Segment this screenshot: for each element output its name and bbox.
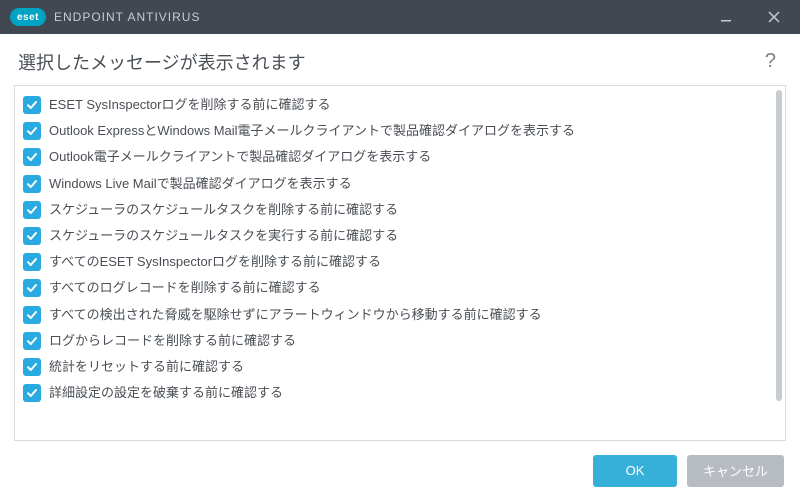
list-item: スケジューラのスケジュールタスクを実行する前に確認する xyxy=(15,223,773,249)
check-icon xyxy=(26,125,38,137)
list-item-label: スケジューラのスケジュールタスクを実行する前に確認する xyxy=(49,227,398,245)
check-icon xyxy=(26,387,38,399)
message-list-frame: ESET SysInspectorログを削除する前に確認する Outlook Ex… xyxy=(14,85,786,441)
check-icon xyxy=(26,256,38,268)
list-item-label: ログからレコードを削除する前に確認する xyxy=(49,332,296,350)
check-icon xyxy=(26,151,38,163)
close-icon xyxy=(768,11,780,23)
list-item: すべての検出された脅威を駆除せずにアラートウィンドウから移動する前に確認する xyxy=(15,302,773,328)
checkbox[interactable] xyxy=(23,358,41,376)
scrollbar-thumb[interactable] xyxy=(776,90,782,401)
list-item: すべてのログレコードを削除する前に確認する xyxy=(15,275,773,301)
cancel-button[interactable]: キャンセル xyxy=(687,455,784,487)
page-title: 選択したメッセージが表示されます xyxy=(18,49,306,75)
list-item: 統計をリセットする前に確認する xyxy=(15,354,773,380)
list-item: 詳細設定の設定を破棄する前に確認する xyxy=(15,380,773,406)
list-item: Outlook電子メールクライアントで製品確認ダイアログを表示する xyxy=(15,144,773,170)
checkbox[interactable] xyxy=(23,384,41,402)
footer: OK キャンセル xyxy=(0,441,800,500)
checkbox[interactable] xyxy=(23,122,41,140)
close-button[interactable] xyxy=(754,0,794,34)
list-item-label: 統計をリセットする前に確認する xyxy=(49,358,244,376)
checkbox[interactable] xyxy=(23,96,41,114)
checkbox[interactable] xyxy=(23,332,41,350)
list-item: スケジューラのスケジュールタスクを削除する前に確認する xyxy=(15,197,773,223)
checkbox[interactable] xyxy=(23,253,41,271)
list-item-label: 詳細設定の設定を破棄する前に確認する xyxy=(49,384,283,402)
check-icon xyxy=(26,99,38,111)
check-icon xyxy=(26,361,38,373)
checkbox[interactable] xyxy=(23,148,41,166)
list-item-label: Outlook ExpressとWindows Mail電子メールクライアントで… xyxy=(49,122,575,140)
brand-badge: eset xyxy=(10,8,46,26)
message-list: ESET SysInspectorログを削除する前に確認する Outlook Ex… xyxy=(15,92,785,434)
ok-button[interactable]: OK xyxy=(593,455,677,487)
titlebar: eset ENDPOINT ANTIVIRUS xyxy=(0,0,800,34)
checkbox[interactable] xyxy=(23,279,41,297)
checkbox[interactable] xyxy=(23,175,41,193)
checkbox[interactable] xyxy=(23,227,41,245)
list-item: Outlook ExpressとWindows Mail電子メールクライアントで… xyxy=(15,118,773,144)
list-item: すべてのESET SysInspectorログを削除する前に確認する xyxy=(15,249,773,275)
list-item-label: すべてのESET SysInspectorログを削除する前に確認する xyxy=(49,253,381,271)
list-item: ESET SysInspectorログを削除する前に確認する xyxy=(15,92,773,118)
check-icon xyxy=(26,335,38,347)
list-item-label: スケジューラのスケジュールタスクを削除する前に確認する xyxy=(49,201,398,219)
check-icon xyxy=(26,204,38,216)
list-item: ログからレコードを削除する前に確認する xyxy=(15,328,773,354)
check-icon xyxy=(26,309,38,321)
list-item-label: すべてのログレコードを削除する前に確認する xyxy=(49,279,321,297)
scrollbar[interactable] xyxy=(775,90,783,436)
list-item: Windows Live Mailで製品確認ダイアログを表示する xyxy=(15,171,773,197)
checkbox[interactable] xyxy=(23,306,41,324)
checkbox[interactable] xyxy=(23,201,41,219)
list-item-label: ESET SysInspectorログを削除する前に確認する xyxy=(49,96,330,114)
check-icon xyxy=(26,178,38,190)
check-icon xyxy=(26,230,38,242)
check-icon xyxy=(26,282,38,294)
list-item-label: Windows Live Mailで製品確認ダイアログを表示する xyxy=(49,175,352,193)
minimize-button[interactable] xyxy=(706,0,746,34)
list-item-label: Outlook電子メールクライアントで製品確認ダイアログを表示する xyxy=(49,148,431,166)
list-item-label: すべての検出された脅威を駆除せずにアラートウィンドウから移動する前に確認する xyxy=(49,306,542,324)
help-button[interactable]: ? xyxy=(759,48,782,75)
product-name: ENDPOINT ANTIVIRUS xyxy=(54,10,200,24)
minimize-icon xyxy=(720,11,732,23)
header: 選択したメッセージが表示されます ? xyxy=(0,34,800,85)
